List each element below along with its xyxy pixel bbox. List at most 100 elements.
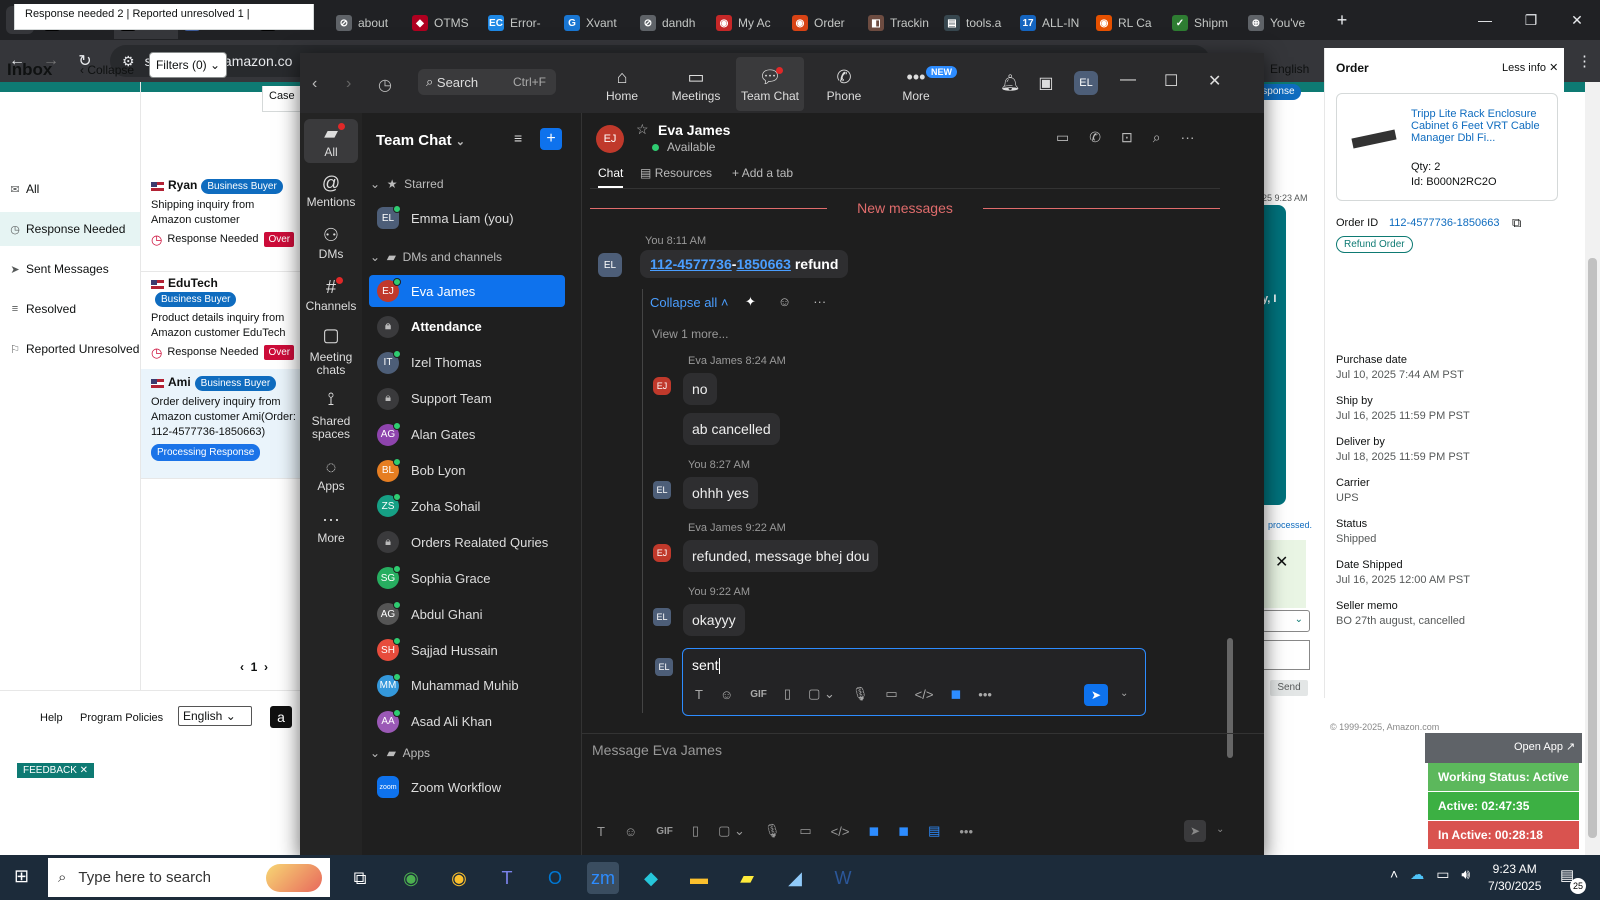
send-options-chevron-icon[interactable]: ⌄ bbox=[1120, 688, 1128, 699]
channel-item-self[interactable]: EL Emma Liam (you) bbox=[369, 202, 565, 234]
channel-item[interactable]: BL Bob Lyon bbox=[369, 455, 565, 487]
rail-channels[interactable]: # Channels bbox=[304, 277, 358, 313]
thread-reply-composer[interactable] bbox=[682, 648, 1146, 716]
maximize-icon[interactable]: ☐ bbox=[1164, 71, 1178, 91]
next-page-icon[interactable]: › bbox=[264, 660, 268, 674]
microphone-icon[interactable]: 🎙︎ bbox=[852, 686, 869, 702]
browser-tab[interactable]: ▤ tools.a bbox=[938, 7, 1014, 39]
tab-resources[interactable]: ▤ Resources bbox=[640, 166, 712, 180]
reply-avatar[interactable]: EL bbox=[653, 481, 671, 499]
filter-icon[interactable]: ≡ bbox=[514, 130, 522, 146]
file-explorer-icon[interactable]: ▬ bbox=[683, 862, 715, 894]
share-screen-icon[interactable]: ⊡ bbox=[1121, 129, 1133, 146]
channel-item[interactable]: SH Sajjad Hussain bbox=[369, 634, 565, 666]
rail-all[interactable]: ▰ All bbox=[304, 119, 358, 163]
taskbar-clock[interactable]: 9:23 AM 7/30/2025 bbox=[1488, 861, 1541, 895]
product-name-link[interactable]: Tripp Lite Rack Enclosure Cabinet 6 Feet… bbox=[1411, 108, 1551, 144]
bell-icon[interactable]: 🔔︎ bbox=[1000, 73, 1020, 93]
channel-item[interactable]: MM Muhammad Muhib bbox=[369, 670, 565, 702]
gif-button[interactable]: GIF bbox=[750, 689, 767, 700]
close-icon[interactable]: ✕ bbox=[1208, 71, 1221, 91]
language-select[interactable]: English ⌄ bbox=[178, 706, 252, 726]
sticky-notes-icon[interactable]: ▰ bbox=[731, 862, 763, 894]
code-snippet-icon[interactable]: </> bbox=[831, 824, 850, 839]
channel-item[interactable]: AG Abdul Ghani bbox=[369, 598, 565, 630]
message-card-edutech[interactable]: EduTech Business Buyer Product details in… bbox=[141, 270, 306, 370]
channel-item[interactable]: EJ Eva James bbox=[369, 275, 565, 307]
screenshot-icon[interactable]: ▢ ⌄ bbox=[808, 686, 835, 702]
starred-section[interactable]: ⌄ ★ Starred bbox=[370, 177, 444, 191]
nav-sent-messages[interactable]: ➤ Sent Messages bbox=[0, 252, 140, 286]
volume-icon[interactable]: 🔊︎ bbox=[1461, 866, 1470, 883]
windows-start-icon[interactable]: ⊞ bbox=[14, 866, 29, 887]
word-icon[interactable]: W bbox=[827, 862, 859, 894]
code-snippet-icon[interactable]: </> bbox=[915, 687, 934, 702]
tab-home[interactable]: ⌂ Home bbox=[588, 57, 656, 111]
send-reply-button[interactable]: Send bbox=[1270, 680, 1308, 696]
channel-item[interactable]: 🔒︎ Support Team bbox=[369, 383, 565, 415]
new-tab-plus-icon[interactable]: + bbox=[1328, 10, 1356, 31]
reply-avatar[interactable]: EL bbox=[653, 608, 671, 626]
more-options-icon[interactable]: ··· bbox=[1181, 129, 1195, 146]
network-icon[interactable]: ▭ bbox=[1436, 866, 1449, 883]
teams-icon[interactable]: T bbox=[491, 862, 523, 894]
video-message-icon[interactable]: ▭ bbox=[799, 823, 811, 839]
history-icon[interactable]: ◷ bbox=[378, 75, 392, 95]
chrome-icon[interactable]: ◉ bbox=[395, 862, 427, 894]
minimize-icon[interactable]: — bbox=[1120, 71, 1136, 89]
video-call-icon[interactable]: ▭ bbox=[1056, 129, 1069, 146]
taskbar-search[interactable]: ⌕ Type here to search bbox=[48, 858, 330, 897]
help-link[interactable]: Help bbox=[40, 712, 63, 724]
browser-tab[interactable]: ◉ RL Ca bbox=[1090, 7, 1166, 39]
order-link-2[interactable]: 1850663 bbox=[736, 256, 791, 272]
onedrive-cloud-icon[interactable]: ☁ bbox=[1410, 866, 1424, 883]
message-bubble[interactable]: refunded, message bhej dou bbox=[683, 540, 879, 572]
chat-contact-name[interactable]: Eva James bbox=[658, 122, 730, 138]
close-icon[interactable]: ✕ bbox=[1554, 0, 1600, 40]
emoji-icon[interactable]: ☺ bbox=[720, 687, 733, 702]
message-bubble[interactable]: no bbox=[683, 373, 717, 405]
less-info-button[interactable]: Less info ✕ bbox=[1502, 61, 1558, 74]
add-reaction-icon[interactable]: ☺ bbox=[778, 294, 791, 310]
phone-call-icon[interactable]: ✆ bbox=[1089, 129, 1101, 146]
browser-tab[interactable]: ✓ Shipm bbox=[1166, 7, 1242, 39]
zoom-app-icon[interactable]: ◼ bbox=[868, 823, 879, 839]
docs-icon[interactable]: ▤ bbox=[928, 823, 940, 839]
screenshot-icon[interactable]: ▢ ⌄ bbox=[718, 823, 745, 839]
nav-response-needed[interactable]: ◷ Response Needed bbox=[0, 212, 140, 246]
channel-item[interactable]: AG Alan Gates bbox=[369, 419, 565, 451]
browser-tab[interactable]: ◉ Order bbox=[786, 7, 862, 39]
program-policies-link[interactable]: Program Policies bbox=[80, 712, 163, 724]
channel-item[interactable]: SG Sophia Grace bbox=[369, 562, 565, 594]
open-app-button[interactable]: Open App ↗ bbox=[1514, 740, 1575, 753]
channel-item[interactable]: 🔒︎ Orders Realated Quries bbox=[369, 526, 565, 558]
reply-avatar[interactable]: EJ bbox=[653, 377, 671, 395]
rail-meeting-chats[interactable]: ▢ Meeting chats bbox=[304, 326, 358, 377]
message-bubble[interactable]: ab cancelled bbox=[683, 413, 780, 445]
channel-item[interactable]: ZS Zoha Sohail bbox=[369, 490, 565, 522]
composer-input[interactable]: sent bbox=[692, 657, 720, 674]
zoom-profile-avatar[interactable]: EL bbox=[1074, 71, 1098, 95]
chat-scrollbar[interactable] bbox=[1227, 188, 1233, 758]
zoom-taskbar-icon[interactable]: zm bbox=[587, 862, 619, 894]
apps-section[interactable]: ⌄ ▰ Apps bbox=[370, 746, 430, 760]
more-dots-icon[interactable]: ••• bbox=[959, 824, 973, 839]
ai-sparkle-icon[interactable]: ✦ bbox=[745, 294, 756, 310]
app-icon[interactable]: ◢ bbox=[779, 862, 811, 894]
close-notice-icon[interactable]: ✕ bbox=[1275, 552, 1288, 572]
channel-item[interactable]: IT Izel Thomas bbox=[369, 347, 565, 379]
chat-avatar[interactable]: EJ bbox=[596, 125, 624, 153]
rail-shared-spaces[interactable]: ⟟ Shared spaces bbox=[304, 390, 358, 441]
tab-chat[interactable]: Chat bbox=[598, 166, 624, 188]
chat-scrollbar-thumb[interactable] bbox=[1227, 638, 1233, 758]
collapse-button[interactable]: ‹ Collapse bbox=[80, 63, 134, 77]
app-diamond-icon[interactable]: ◆ bbox=[635, 862, 667, 894]
video-message-icon[interactable]: ▭ bbox=[885, 686, 897, 702]
nav-all[interactable]: ✉ All bbox=[0, 172, 140, 206]
forward-chevron-icon[interactable]: › bbox=[346, 75, 351, 93]
more-dots-icon[interactable]: ••• bbox=[978, 687, 992, 702]
filters-button[interactable]: Filters (0) ⌄ bbox=[149, 52, 227, 78]
scrollbar-thumb[interactable] bbox=[1588, 258, 1597, 838]
rail-more[interactable]: ··· More bbox=[304, 509, 358, 545]
add-tab-button[interactable]: + Add a tab bbox=[732, 166, 793, 180]
